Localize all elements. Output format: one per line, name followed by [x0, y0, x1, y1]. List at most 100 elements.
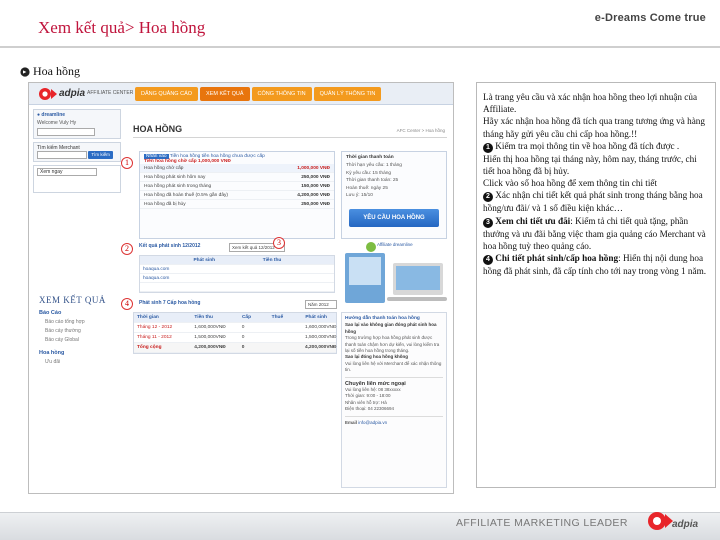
cell: 4,200,000VNĐ — [194, 345, 226, 350]
number-1-icon: 1 — [483, 142, 493, 153]
summary-row[interactable]: Hoa hồng đã hoàn thuế (0.5% gần đây) 4,20… — [140, 191, 334, 200]
cell: 1,500,000VNĐ — [305, 335, 337, 340]
cell: hoaqua.com — [143, 276, 170, 281]
table-total-row: Tổng cộng 4,200,000VNĐ 0 4,200,000VNĐ — [134, 343, 336, 353]
desc-intro-2: Hãy xác nhận hoa hồng đã tích qua trang … — [483, 116, 705, 139]
cell: 1,500,000VNĐ — [194, 335, 226, 340]
menu-cong-thong-tin[interactable]: CÔNG THÔNG TIN — [251, 87, 312, 101]
help-divider — [345, 376, 443, 378]
affiliate-center-label: AFFILIATE CENTER — [87, 90, 134, 96]
nav-item[interactable]: Báo cáy Global — [39, 336, 127, 345]
arrow-right-icon — [20, 66, 30, 77]
brand-tagline: e-Dreams Come true — [594, 12, 706, 24]
footer-logo-icon — [648, 512, 673, 530]
period-line: Kỳ yêu cầu: 15 tháng — [346, 170, 392, 176]
app-screenshot: adpia AFFILIATE CENTER DĂNG QUẢNG CÁO XE… — [28, 82, 454, 494]
cell — [263, 274, 334, 282]
row-label: Hoa hồng đã bị hủy — [144, 202, 186, 207]
contact-line: Điện thoại: 04 22306694 — [345, 406, 395, 412]
advertisement-banner-icon[interactable] — [341, 239, 447, 309]
period-line: Thời gian thanh toán: 25 — [346, 178, 399, 183]
cell: Tổng cộng — [137, 345, 162, 350]
col-header: Thời gian — [137, 315, 159, 320]
cell: 0 — [241, 325, 245, 330]
callout-badge-2: 2 — [121, 243, 133, 255]
cell — [263, 265, 334, 273]
number-3-icon: 3 — [483, 217, 493, 228]
left-section-title: XEM KẾT QUẢ — [39, 295, 106, 305]
nav-item[interactable]: Báo cáy thường — [39, 327, 127, 336]
year-select[interactable]: Năm 2012 — [305, 300, 337, 309]
user-name: dreamline — [41, 112, 66, 118]
merchant-search-button[interactable]: Tìm kiếm — [88, 151, 113, 159]
merchant-select[interactable] — [37, 128, 95, 136]
period-line: Thời hạn yêu cầu: 1 tháng — [346, 163, 402, 168]
help-question[interactable]: Sao lại vào không gian đóng phát sinh ho… — [345, 322, 443, 335]
cell — [193, 274, 262, 282]
period-heading: Thời gian thanh toán — [346, 155, 394, 160]
xem-select[interactable]: Xem ngay — [37, 168, 97, 176]
menu-dang-quang-cao[interactable]: DĂNG QUẢNG CÁO — [135, 87, 199, 101]
footer-tagline: AFFILIATE MARKETING LEADER — [456, 517, 628, 529]
section-label: Hoa hồng — [33, 64, 80, 78]
table-row[interactable]: Tháng 11 - 2012 1,500,000VNĐ 0 1,500,000… — [134, 333, 336, 343]
cell: Tháng 12 - 2012 — [137, 325, 173, 330]
table-row[interactable]: Tháng 12 - 2012 1,600,000VNĐ 0 1,600,000… — [134, 323, 336, 333]
desc-point-4-bold: Chi tiết phát sinh/cấp hoa hồng — [495, 253, 619, 264]
cell — [268, 323, 302, 332]
desc-point-3-bold: Xem chi tiết ưu đãi — [495, 215, 571, 226]
request-commission-button[interactable]: YÊU CẦU HOA HỒNG — [349, 209, 439, 227]
header-divider — [0, 46, 720, 48]
help-divider — [345, 415, 443, 417]
email-label: Email — [345, 419, 358, 425]
email-link[interactable]: info@adpia.vn — [358, 420, 387, 425]
nav-item[interactable]: Báo cáo tổng hợp — [39, 318, 127, 327]
row-label: Hoa hồng phát sinh trong tháng — [144, 184, 212, 189]
col-header: Cấp — [241, 315, 252, 320]
nav-group-hoa-hong[interactable]: Hoa hồng — [39, 349, 127, 358]
summary-row[interactable]: Hoa hồng chờ cấp 1,000,000 VNĐ — [140, 164, 334, 173]
cell: 0 — [241, 335, 245, 340]
summary-row[interactable]: Hoa hồng phát sinh trong tháng 150,000 VN… — [140, 182, 334, 191]
commission-level-table: Thời gian Tiền thu Cấp Thuế Phát sinh Th… — [133, 312, 337, 354]
desc-point-2-text: Xác nhận chi tiết kết quả phát sinh tron… — [483, 190, 703, 214]
cell: 1,600,000VNĐ — [305, 325, 337, 330]
row-label: Hoa hồng đã hoàn thuế (0.5% gần đây) — [144, 193, 229, 198]
merchant-search-input[interactable] — [37, 151, 87, 159]
welcome-text: Welcome Vuly Hy — [37, 120, 77, 126]
nav-item[interactable]: Ưu đãi — [39, 358, 127, 367]
table-row[interactable]: hoaqua.com — [140, 265, 334, 274]
col-header: Phát sinh — [305, 315, 327, 320]
table-row[interactable] — [140, 283, 334, 292]
cell — [268, 333, 302, 342]
table-header: Thời gian Tiền thu Cấp Thuế Phát sinh — [134, 313, 336, 323]
cell — [193, 283, 262, 291]
row-value: 250,000 VNĐ — [301, 175, 330, 180]
desc-intro: Là trang yêu cầu và xác nhận hoa hồng th… — [483, 92, 698, 115]
menu-xem-ket-qua[interactable]: XEM KẾT QUẢ — [200, 87, 250, 101]
summary-row[interactable]: Hoa hồng đã bị hủy 250,000 VNĐ — [140, 200, 334, 209]
col-header: Tiền thu — [262, 258, 282, 263]
commission-summary-box: Nhấn vào Tiền hoa hồng tiền hoa hồng chư… — [139, 151, 335, 239]
info-head-value: 1,000,000 VNĐ — [197, 159, 231, 164]
desc-point-2: 2 Xác nhận chi tiết kết quả phát sinh tr… — [483, 189, 709, 214]
summary-row[interactable]: Hoa hồng phát sinh hôm nay 250,000 VNĐ — [140, 173, 334, 182]
breadcrumb: AFC Center > Hoa hồng — [396, 128, 445, 133]
left-nav-tree: Báo Cáo Báo cáo tổng hợp Báo cáy thường … — [39, 309, 127, 367]
commission-level-heading: Phát sinh 7 Cấp hoa hồng — [139, 300, 201, 306]
col-header: Phát sinh — [193, 258, 216, 263]
section-heading: Hoa hồng — [20, 64, 80, 79]
col-header — [140, 256, 193, 264]
cell: 4,200,000VNĐ — [305, 345, 337, 350]
cell: Tháng 11 - 2012 — [137, 335, 172, 340]
merchant-search-box: Tìm kiếm Merchant Tìm kiếm — [33, 142, 121, 162]
menu-quan-ly-thong-tin[interactable]: QUẢN LÝ THÔNG TIN — [313, 87, 382, 101]
nav-group-bao-cao[interactable]: Báo Cáo — [39, 309, 127, 318]
description-panel: Là trang yêu cầu và xác nhận hoa hồng th… — [476, 82, 716, 488]
row-value: 1,000,000 VNĐ — [297, 166, 330, 171]
help-sidebar: Hướng dẫn thanh toán hoa hồng Sao lại và… — [341, 312, 447, 488]
number-4-icon: 4 — [483, 255, 493, 266]
desc-point-1-text: Kiểm tra mọi thông tin về hoa hồng đã tí… — [495, 140, 680, 151]
table-row[interactable]: hoaqua.com — [140, 274, 334, 283]
main-menu: DĂNG QUẢNG CÁO XEM KẾT QUẢ CÔNG THÔNG TI… — [135, 87, 382, 101]
